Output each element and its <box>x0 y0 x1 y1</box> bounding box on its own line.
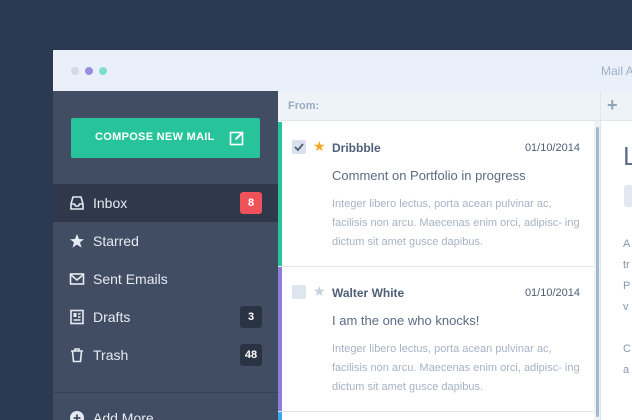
message-date: 01/10/2014 <box>524 287 580 299</box>
plus-icon[interactable]: + <box>607 96 618 114</box>
reading-text-line: C <box>623 343 631 355</box>
mail-app-window: Mail A COMPOSE NEW MAIL Inbox 8 Starred <box>53 50 632 420</box>
reading-pane: + L A tr P v C a <box>600 91 632 420</box>
message-accent-bar <box>278 122 282 266</box>
message-date: 01/10/2014 <box>524 142 580 154</box>
message-subject: I am the one who knocks! <box>332 313 480 328</box>
sidebar-item-label: Drafts <box>93 309 131 325</box>
from-column-label[interactable]: From: <box>288 100 319 112</box>
message-excerpt: Integer libero lectus, porta acean pulvi… <box>332 198 580 248</box>
window-close-dot[interactable] <box>71 67 79 75</box>
drafts-icon <box>70 309 84 325</box>
reading-tag-chip <box>624 185 632 207</box>
message-list: From: ★ Dribbble 01/10/2014 Comment on P… <box>278 91 600 420</box>
scrollbar-thumb[interactable] <box>596 127 599 417</box>
sidebar-item-label: Sent Emails <box>93 271 168 287</box>
star-icon <box>70 234 84 248</box>
star-icon[interactable]: ★ <box>313 138 326 154</box>
edit-icon <box>229 131 244 146</box>
message-excerpt: Integer libero lectus, porta acean pulvi… <box>332 343 580 393</box>
sidebar-item-inbox[interactable]: Inbox 8 <box>53 184 278 222</box>
message-checkbox-checked[interactable] <box>292 140 306 154</box>
star-icon[interactable]: ★ <box>313 283 326 299</box>
sidebar-item-label: Inbox <box>93 195 128 211</box>
add-more-button[interactable]: Add More <box>53 403 278 420</box>
message-subject: Comment on Portfolio in progress <box>332 168 526 183</box>
reading-header: + <box>601 91 632 121</box>
reading-text-line: a <box>623 364 630 376</box>
message-row[interactable]: ★ Dribbble 01/10/2014 Comment on Portfol… <box>278 122 594 267</box>
window-minimize-dot[interactable] <box>85 67 93 75</box>
window-title: Mail A <box>601 64 632 78</box>
compose-new-mail-button[interactable]: COMPOSE NEW MAIL <box>71 118 260 158</box>
trash-count-badge: 48 <box>240 344 262 366</box>
message-accent-bar <box>278 412 282 420</box>
sidebar-item-label: Trash <box>93 347 129 363</box>
trash-icon <box>71 348 83 363</box>
drafts-count-badge: 3 <box>240 306 262 328</box>
reading-title: L <box>623 141 632 172</box>
sidebar: COMPOSE NEW MAIL Inbox 8 Starred Sent Em… <box>53 91 278 420</box>
message-sender: Walter White <box>332 286 405 300</box>
sidebar-item-starred[interactable]: Starred <box>53 222 278 260</box>
message-row[interactable]: ★ Walter White 01/10/2014 I am the one w… <box>278 267 594 412</box>
sidebar-item-drafts[interactable]: Drafts 3 <box>53 298 278 336</box>
sidebar-divider <box>53 392 278 393</box>
envelope-icon <box>69 273 85 285</box>
sidebar-item-label: Starred <box>93 233 139 249</box>
title-bar: Mail A <box>53 50 632 91</box>
reading-text-line: tr <box>623 259 630 271</box>
window-maximize-dot[interactable] <box>99 67 107 75</box>
message-checkbox[interactable] <box>292 285 306 299</box>
add-more-label: Add More <box>93 410 154 420</box>
sidebar-item-sent-emails[interactable]: Sent Emails <box>53 260 278 298</box>
inbox-count-badge: 8 <box>240 192 262 214</box>
sidebar-item-trash[interactable]: Trash 48 <box>53 336 278 374</box>
list-header: From: <box>278 91 600 121</box>
reading-text-line: v <box>623 301 629 313</box>
plus-circle-icon <box>70 411 84 420</box>
message-row[interactable] <box>278 412 594 420</box>
message-accent-bar <box>278 267 282 411</box>
reading-text-line: A <box>623 238 631 250</box>
reading-text-line: P <box>623 280 631 292</box>
compose-button-label: COMPOSE NEW MAIL <box>95 131 215 143</box>
inbox-icon <box>70 196 84 210</box>
message-sender: Dribbble <box>332 141 381 155</box>
